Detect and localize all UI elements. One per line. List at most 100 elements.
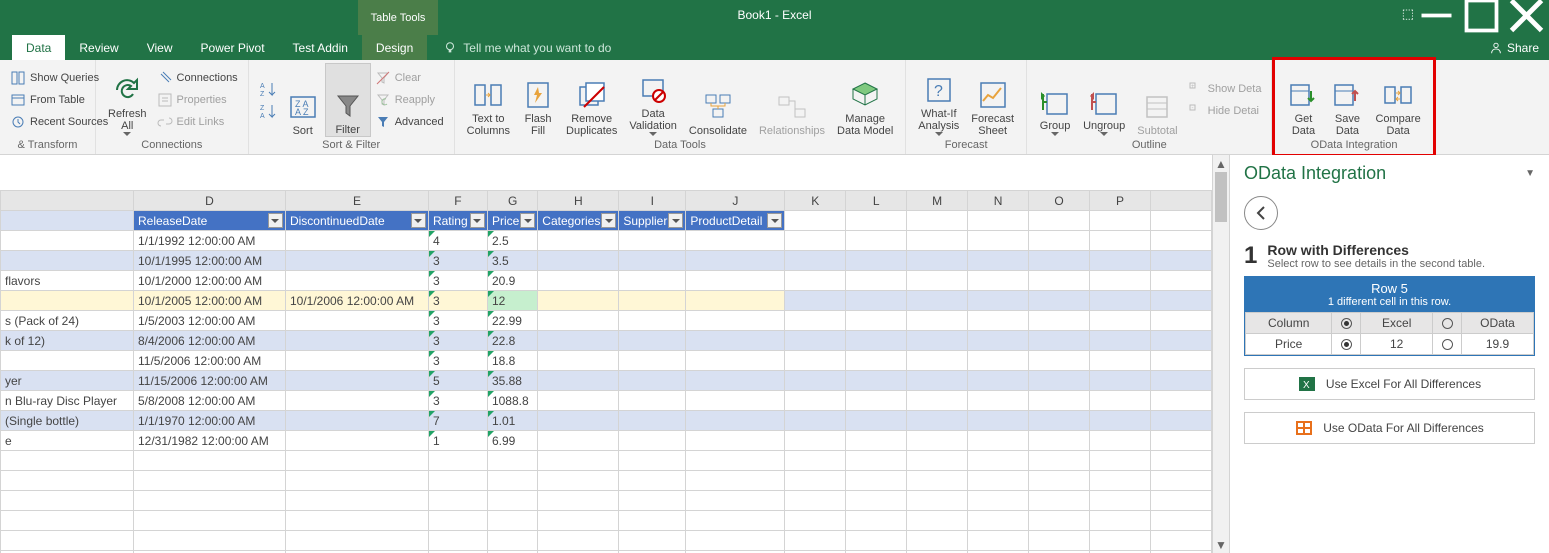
table-row[interactable]: 11/5/2006 12:00:00 AM318.8 [1,351,1212,371]
close-button[interactable] [1504,0,1549,30]
consolidate-button[interactable]: Consolidate [683,63,753,137]
filter-button[interactable]: Filter [325,63,371,137]
compare-data-icon [1382,79,1414,111]
column-header[interactable]: F [428,191,487,211]
table-header[interactable]: ReleaseDate [133,211,285,231]
save-data-button[interactable]: Save Data [1325,63,1369,137]
table-row[interactable]: (Single bottle)1/1/1970 12:00:00 AM71.01 [1,411,1212,431]
column-header[interactable]: M [907,191,968,211]
tab-power-pivot[interactable]: Power Pivot [187,35,279,60]
ungroup-button[interactable]: Ungroup [1077,63,1131,137]
group-button[interactable]: Group [1033,63,1077,137]
forecast-sheet-button[interactable]: Forecast Sheet [965,63,1020,137]
table-header[interactable]: Rating [428,211,487,231]
use-excel-all-button[interactable]: X Use Excel For All Differences [1244,368,1535,400]
tab-data[interactable]: Data [12,35,65,60]
what-if-analysis-button[interactable]: ?What-If Analysis [912,63,965,137]
recent-sources-button[interactable]: Recent Sources [6,111,89,133]
sort-button[interactable]: Z AA Z Sort [281,63,325,137]
scroll-up-icon[interactable]: ▲ [1213,155,1229,172]
column-header[interactable]: E [285,191,428,211]
table-header[interactable]: ProductDetail [686,211,785,231]
vertical-scrollbar[interactable]: ▲ ▼ [1212,155,1229,553]
table-header[interactable]: Supplier [619,211,686,231]
table-row[interactable]: 10/1/1995 12:00:00 AM33.5 [1,251,1212,271]
column-header[interactable]: P [1090,191,1151,211]
table-row[interactable]: k of 12)8/4/2006 12:00:00 AM322.8 [1,331,1212,351]
sort-asc-icon[interactable]: AZ [259,80,277,98]
tab-test-addin[interactable]: Test Addin [279,35,362,60]
scroll-down-icon[interactable]: ▼ [1213,536,1229,553]
tab-review[interactable]: Review [65,35,132,60]
properties-button[interactable]: Properties [153,89,242,111]
filter-dropdown-icon[interactable] [268,213,283,228]
remove-duplicates-button[interactable]: Remove Duplicates [560,63,623,137]
data-validation-button[interactable]: Data Validation [623,63,683,137]
from-table-button[interactable]: From Table [6,89,89,111]
worksheet-grid[interactable]: DEFGHIJKLMNOP ReleaseDateDiscontinuedDate… [0,155,1212,553]
column-header[interactable]: H [538,191,619,211]
column-header[interactable]: D [133,191,285,211]
connections-button[interactable]: Connections [153,67,242,89]
filter-dropdown-icon[interactable] [601,213,616,228]
column-header[interactable]: L [846,191,907,211]
text-to-columns-button[interactable]: Text to Columns [461,63,516,137]
get-data-icon [1287,79,1319,111]
back-button[interactable] [1244,196,1278,230]
manage-data-model-button[interactable]: Manage Data Model [831,63,899,137]
filter-dropdown-icon[interactable] [470,213,485,228]
maximize-button[interactable] [1459,0,1504,30]
reapply-button[interactable]: Reapply [371,89,448,111]
table-header[interactable]: Categories [538,211,619,231]
column-header[interactable]: J [686,191,785,211]
tab-design[interactable]: Design [362,35,427,60]
table-header[interactable]: Price [487,211,537,231]
table-row[interactable]: 1/1/1992 12:00:00 AM42.5 [1,231,1212,251]
odata-header-radio[interactable] [1442,318,1453,329]
column-header[interactable]: O [1029,191,1090,211]
subtotal-button[interactable]: Subtotal [1131,63,1183,137]
table-row[interactable]: 10/1/2005 12:00:00 AM10/1/2006 12:00:00 … [1,291,1212,311]
table-row[interactable]: e12/31/1982 12:00:00 AM16.99 [1,431,1212,451]
column-header[interactable]: G [487,191,537,211]
flash-fill-button[interactable]: Flash Fill [516,63,560,137]
svg-text:A: A [260,113,265,120]
subtotal-icon [1141,91,1173,123]
pane-menu-icon[interactable]: ▼ [1525,168,1535,179]
show-queries-button[interactable]: Show Queries [6,67,89,89]
table-row[interactable]: s (Pack of 24)1/5/2003 12:00:00 AM322.99 [1,311,1212,331]
get-data-button[interactable]: Get Data [1281,63,1325,137]
hide-detail-button[interactable]: -Hide Detai [1184,100,1266,122]
filter-dropdown-icon[interactable] [767,213,782,228]
odata-value-radio[interactable] [1442,339,1453,350]
tell-me-search[interactable]: Tell me what you want to do [443,35,611,60]
relationships-button[interactable]: Relationships [753,63,831,137]
clear-filter-button[interactable]: Clear [371,67,448,89]
column-header[interactable]: K [785,191,846,211]
scroll-thumb[interactable] [1215,172,1227,222]
forecast-sheet-label: Forecast Sheet [971,113,1014,137]
refresh-all-button[interactable]: Refresh All [102,63,153,137]
table-row[interactable]: n Blu-ray Disc Player5/8/2008 12:00:00 A… [1,391,1212,411]
compare-data-button[interactable]: Compare Data [1369,63,1426,137]
sort-desc-icon[interactable]: ZA [259,102,277,120]
sort-icon: Z AA Z [287,91,319,123]
share-button[interactable]: Share [1489,35,1539,60]
filter-dropdown-icon[interactable] [668,213,683,228]
excel-value-radio[interactable] [1341,339,1352,350]
show-detail-button[interactable]: +Show Deta [1184,78,1266,100]
table-row[interactable]: flavors10/1/2000 12:00:00 AM320.9 [1,271,1212,291]
use-odata-all-button[interactable]: Use OData For All Differences [1244,412,1535,444]
table-row[interactable]: yer11/15/2006 12:00:00 AM535.88 [1,371,1212,391]
advanced-filter-button[interactable]: Advanced [371,111,448,133]
edit-links-button[interactable]: Edit Links [153,111,242,133]
column-header[interactable]: I [619,191,686,211]
column-header[interactable]: N [968,191,1029,211]
table-header[interactable]: DiscontinuedDate [285,211,428,231]
minimize-button[interactable] [1414,0,1459,30]
filter-dropdown-icon[interactable] [520,213,535,228]
filter-dropdown-icon[interactable] [411,213,426,228]
tab-view[interactable]: View [133,35,187,60]
ribbon-display-options-icon[interactable]: ⬚ [1402,6,1414,22]
excel-header-radio[interactable] [1341,318,1352,329]
